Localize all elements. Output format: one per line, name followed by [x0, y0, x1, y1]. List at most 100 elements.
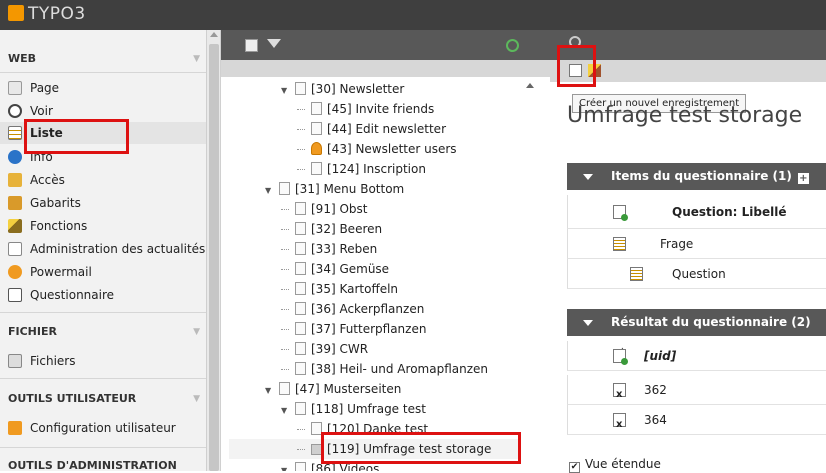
- tree-node-label[interactable]: [44] Edit newsletter: [327, 122, 446, 136]
- section-web-label[interactable]: WEB: [8, 52, 36, 65]
- scroll-up-icon[interactable]: [526, 83, 534, 88]
- module-page[interactable]: Page: [8, 77, 59, 99]
- module-questionnaire[interactable]: Questionnaire: [8, 284, 114, 306]
- chevron-down-icon[interactable]: ▼: [193, 394, 200, 404]
- tree-node-label[interactable]: [118] Umfrage test: [311, 402, 426, 416]
- section-outils-utilisateur-label[interactable]: OUTILS UTILISATEUR: [8, 392, 136, 405]
- page-icon[interactable]: [295, 322, 306, 335]
- result-record-icon[interactable]: [613, 380, 626, 410]
- table-row[interactable]: 362: [567, 375, 826, 410]
- tree-node[interactable]: [45] Invite friends: [297, 99, 434, 119]
- scrollbar-thumb[interactable]: [209, 44, 219, 471]
- module-fonctions[interactable]: Fonctions: [8, 215, 87, 237]
- panel-results-header[interactable]: Résultat du questionnaire (2)+: [567, 309, 826, 357]
- tree-node-label[interactable]: [31] Menu Bottom: [295, 182, 404, 196]
- column-header-question[interactable]: Question: Libellé: [672, 197, 787, 227]
- new-record-icon[interactable]: [613, 349, 628, 365]
- page-icon[interactable]: [279, 182, 290, 195]
- page-icon[interactable]: [295, 202, 306, 215]
- tree-node[interactable]: ▼ [31] Menu Bottom: [265, 179, 404, 199]
- page-icon[interactable]: [311, 102, 322, 115]
- page-icon[interactable]: [295, 262, 306, 275]
- module-fichiers[interactable]: Fichiers: [8, 350, 75, 372]
- column-header-uid[interactable]: [uid]: [644, 341, 676, 371]
- tree-node-label[interactable]: [34] Gemüse: [311, 262, 389, 276]
- checkbox[interactable]: ✔: [569, 462, 580, 473]
- tree-node[interactable]: [124] Inscription: [297, 159, 426, 179]
- tree-node-label[interactable]: [30] Newsletter: [311, 82, 404, 96]
- tree-node[interactable]: [43] Newsletter users: [297, 139, 457, 159]
- tree-node-label[interactable]: [35] Kartoffeln: [311, 282, 398, 296]
- table-row[interactable]: Question: [567, 259, 826, 289]
- record-uid[interactable]: 364: [644, 405, 667, 435]
- new-record-icon[interactable]: [613, 205, 628, 221]
- tree-node-label[interactable]: [32] Beeren: [311, 222, 382, 236]
- table-row[interactable]: Frage: [567, 229, 826, 259]
- tree-node-label[interactable]: [38] Heil- und Aromapflanzen: [311, 362, 488, 376]
- page-icon[interactable]: [311, 162, 322, 175]
- tree-node[interactable]: ▼ [118] Umfrage test: [281, 399, 426, 419]
- tree-node[interactable]: [33] Reben: [281, 239, 377, 259]
- expand-toggle-icon[interactable]: ▼: [281, 401, 291, 421]
- page-icon[interactable]: [295, 342, 306, 355]
- module-user-settings[interactable]: Configuration utilisateur: [8, 417, 176, 439]
- expand-toggle-icon[interactable]: ▼: [281, 461, 291, 471]
- panel-items-header[interactable]: Items du questionnaire (1) +: [567, 163, 826, 190]
- page-icon[interactable]: [295, 302, 306, 315]
- tree-node-label[interactable]: [43] Newsletter users: [327, 142, 457, 156]
- page-icon[interactable]: [311, 122, 322, 135]
- record-uid[interactable]: 362: [644, 375, 667, 405]
- module-news-admin[interactable]: Administration des actualités: [8, 238, 205, 260]
- tree-node[interactable]: [36] Ackerpflanzen: [281, 299, 424, 319]
- page-icon[interactable]: [295, 462, 306, 471]
- collapse-icon[interactable]: [583, 320, 593, 326]
- user-folder-icon[interactable]: [311, 142, 322, 155]
- record-label[interactable]: Question: [672, 259, 726, 289]
- expand-toggle-icon[interactable]: ▼: [265, 381, 275, 401]
- scroll-up-icon[interactable]: [210, 32, 218, 37]
- tree-node-label[interactable]: [36] Ackerpflanzen: [311, 302, 424, 316]
- tree-node-label[interactable]: [124] Inscription: [327, 162, 426, 176]
- tree-node-label[interactable]: [91] Obst: [311, 202, 367, 216]
- collapse-icon[interactable]: [583, 174, 593, 180]
- sidebar-scrollbar[interactable]: [207, 30, 221, 471]
- page-icon[interactable]: [279, 382, 290, 395]
- page-icon[interactable]: [295, 242, 306, 255]
- tree-node-label[interactable]: [39] CWR: [311, 342, 368, 356]
- tree-node[interactable]: [91] Obst: [281, 199, 367, 219]
- module-acces[interactable]: Accès: [8, 169, 65, 191]
- tree-node[interactable]: [35] Kartoffeln: [281, 279, 398, 299]
- record-label[interactable]: Frage: [660, 229, 693, 259]
- tree-node-label[interactable]: [47] Musterseiten: [295, 382, 401, 396]
- new-page-icon[interactable]: [245, 39, 258, 52]
- expand-plus-icon[interactable]: +: [797, 173, 809, 184]
- page-icon[interactable]: [295, 222, 306, 235]
- tree-node[interactable]: ▼ [47] Musterseiten: [265, 379, 401, 399]
- tree-node-label[interactable]: [33] Reben: [311, 242, 377, 256]
- table-row[interactable]: 364: [567, 405, 826, 440]
- chevron-down-icon[interactable]: ▼: [193, 54, 200, 64]
- module-gabarits[interactable]: Gabarits: [8, 192, 81, 214]
- tree-node[interactable]: ▼ [30] Newsletter: [281, 79, 404, 99]
- tree-node[interactable]: [38] Heil- und Aromapflanzen: [281, 359, 488, 379]
- record-icon[interactable]: [613, 237, 626, 251]
- tree-node[interactable]: [37] Futterpflanzen: [281, 319, 426, 339]
- expand-toggle-icon[interactable]: ▼: [281, 81, 291, 101]
- refresh-icon[interactable]: [506, 39, 519, 52]
- result-record-icon[interactable]: [613, 410, 626, 440]
- section-fichier-label[interactable]: FICHIER: [8, 325, 57, 338]
- tree-scrollbar[interactable]: [522, 77, 537, 471]
- tree-node[interactable]: [34] Gemüse: [281, 259, 389, 279]
- section-outils-admin-label[interactable]: OUTILS D'ADMINISTRATION: [8, 459, 177, 471]
- record-icon[interactable]: [630, 267, 643, 281]
- expand-toggle-icon[interactable]: ▼: [265, 181, 275, 201]
- typo3-logo[interactable]: TYPO3: [8, 4, 86, 24]
- tree-node[interactable]: [32] Beeren: [281, 219, 382, 239]
- tree-node[interactable]: [44] Edit newsletter: [297, 119, 446, 139]
- page-icon[interactable]: [295, 362, 306, 375]
- module-powermail[interactable]: Powermail: [8, 261, 92, 283]
- chevron-down-icon[interactable]: ▼: [193, 327, 200, 337]
- page-icon[interactable]: [295, 82, 306, 95]
- page-icon[interactable]: [295, 282, 306, 295]
- tree-node-label[interactable]: [37] Futterpflanzen: [311, 322, 426, 336]
